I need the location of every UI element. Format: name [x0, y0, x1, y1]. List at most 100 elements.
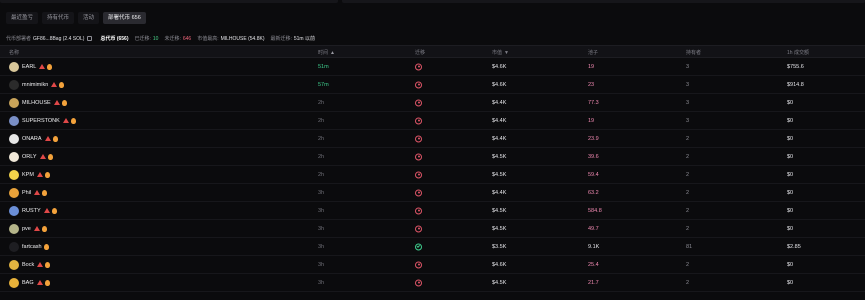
token-avatar	[9, 187, 19, 198]
migrated-count: 10	[152, 35, 159, 42]
token-name[interactable]: mnimimikn	[22, 82, 48, 88]
migration-status	[415, 99, 422, 106]
volume-1h: $0	[787, 117, 794, 124]
migration-status	[415, 171, 422, 178]
tab-deployed-tokens[interactable]: 部署代币 656	[103, 12, 146, 24]
token-name-cell[interactable]: SUPERSTONK	[9, 115, 76, 126]
token-name-cell[interactable]: KPM	[9, 169, 50, 180]
token-name[interactable]: Bock	[22, 262, 34, 268]
table-row[interactable]: Phil 3h $4.4K 63.2 2 $0	[0, 184, 865, 202]
token-name-cell[interactable]: BAG	[9, 277, 50, 288]
token-avatar	[9, 259, 19, 270]
top-mc-label: 市值最高:	[197, 36, 219, 42]
table-row[interactable]: ONARA 2h $4.4K 23.9 2 $0	[0, 130, 865, 148]
token-name-cell[interactable]: mnimimikn	[9, 79, 65, 90]
flame-icon	[70, 117, 76, 124]
pool-value: 59.4	[588, 171, 599, 178]
deployer-info-bar: 代币部署者 GF86...8Bag (2.4 SOL) 总代币 (656) 已迁…	[6, 35, 315, 43]
token-name-cell[interactable]: fartcash	[9, 241, 49, 252]
col-time[interactable]: 时间 ▲	[318, 49, 335, 56]
holder-count: 2	[686, 135, 690, 142]
token-name[interactable]: pve	[22, 226, 31, 232]
holder-count: 2	[686, 207, 690, 214]
warning-icon	[36, 172, 43, 177]
table-row[interactable]: KPM 2h $4.5K 59.4 2 $0	[0, 166, 865, 184]
token-name-cell[interactable]: EARL	[9, 61, 53, 72]
token-name-cell[interactable]: ORLY	[9, 151, 53, 162]
col-holders: 池子	[588, 50, 599, 56]
token-name-cell[interactable]: Bock	[9, 259, 51, 270]
volume-1h: $0	[787, 279, 794, 286]
tab-holdings[interactable]: 持有代币	[42, 12, 75, 24]
token-name-cell[interactable]: pve	[9, 223, 47, 234]
pool-value: 39.6	[588, 153, 599, 160]
tab-bar: 最近盈亏 持有代币 活动 部署代币 656	[6, 12, 146, 24]
migration-status	[415, 135, 422, 142]
col-name: 名称	[9, 50, 20, 56]
copy-icon[interactable]	[87, 36, 93, 41]
table-row[interactable]: mnimimikn 57m $4.6K 23 3 $914.8	[0, 76, 865, 94]
token-name[interactable]: ORLY	[22, 154, 37, 160]
pool-value: 23.9	[588, 135, 599, 142]
token-age: 2h	[318, 135, 325, 142]
pool-value: 77.3	[588, 99, 599, 106]
check-circle-icon	[415, 243, 422, 250]
migration-status	[415, 81, 422, 88]
volume-1h: $0	[787, 99, 794, 106]
market-cap: $4.4K	[492, 117, 507, 124]
token-name[interactable]: ONARA	[22, 136, 42, 142]
table-row[interactable]: RUSTY 3h $4.5K 584.8 2 $0	[0, 202, 865, 220]
pending-circle-icon	[415, 117, 422, 124]
token-avatar	[9, 277, 19, 288]
token-name-cell[interactable]: Phil	[9, 187, 48, 198]
table-row[interactable]: fartcash 3h $3.5K 9.1K 81 $2.85	[0, 238, 865, 256]
deployer-label: 代币部署者	[6, 36, 32, 42]
holder-count: 3	[686, 81, 690, 88]
migrated-label: 已迁移:	[134, 36, 151, 42]
token-name[interactable]: MILHOUSE	[22, 100, 51, 106]
col-mc-label: 市值	[492, 50, 503, 56]
volume-1h: $0	[787, 189, 794, 196]
token-avatar	[9, 151, 19, 162]
warning-icon	[43, 208, 50, 213]
col-mc[interactable]: 市值 ▼	[492, 49, 509, 56]
warning-icon	[36, 280, 43, 285]
tab-activity[interactable]: 活动	[78, 12, 100, 24]
token-name-cell[interactable]: ONARA	[9, 133, 58, 144]
deployer-address[interactable]: GF86...8Bag (2.4 SOL)	[33, 36, 84, 42]
unmigrated-label: 未迁移:	[164, 36, 181, 42]
table-row[interactable]: ORLY 2h $4.5K 39.6 2 $0	[0, 148, 865, 166]
top-strip	[0, 0, 865, 4]
token-name[interactable]: SUPERSTONK	[22, 118, 60, 124]
migration-status	[415, 225, 422, 232]
pending-circle-icon	[415, 207, 422, 214]
pending-circle-icon	[415, 99, 422, 106]
table-row[interactable]: EARL 51m $4.6K 19 3 $755.6	[0, 58, 865, 76]
token-name[interactable]: Phil	[22, 190, 31, 196]
token-name-cell[interactable]: RUSTY	[9, 205, 57, 216]
table-row[interactable]: Bock 3h $4.6K 25.4 2 $0	[0, 256, 865, 274]
table-row[interactable]: BAG 3h $4.5K 21.7 2 $0	[0, 274, 865, 292]
market-cap: $4.6K	[492, 63, 507, 70]
warning-icon	[51, 82, 58, 87]
token-name-cell[interactable]: MILHOUSE	[9, 97, 67, 108]
migration-status	[415, 243, 422, 250]
token-name[interactable]: RUSTY	[22, 208, 41, 214]
tab-recent-pnl[interactable]: 最近盈亏	[6, 12, 39, 24]
warning-icon	[53, 100, 60, 105]
token-age: 3h	[318, 225, 325, 232]
top-panel-right	[342, 0, 865, 3]
table-row[interactable]: MILHOUSE 2h $4.4K 77.3 3 $0	[0, 94, 865, 112]
col-migrated: 迁移	[415, 50, 426, 56]
token-name[interactable]: BAG	[22, 280, 34, 286]
token-name[interactable]: KPM	[22, 172, 34, 178]
market-cap: $3.5K	[492, 243, 507, 250]
holder-count: 3	[686, 63, 690, 70]
flame-icon	[51, 207, 57, 214]
token-name[interactable]: EARL	[22, 64, 36, 70]
table-row[interactable]: SUPERSTONK 2h $4.4K 19 3 $0	[0, 112, 865, 130]
token-name[interactable]: fartcash	[22, 244, 42, 250]
token-age: 3h	[318, 189, 325, 196]
warning-icon	[44, 136, 51, 141]
table-row[interactable]: pve 3h $4.5K 49.7 2 $0	[0, 220, 865, 238]
